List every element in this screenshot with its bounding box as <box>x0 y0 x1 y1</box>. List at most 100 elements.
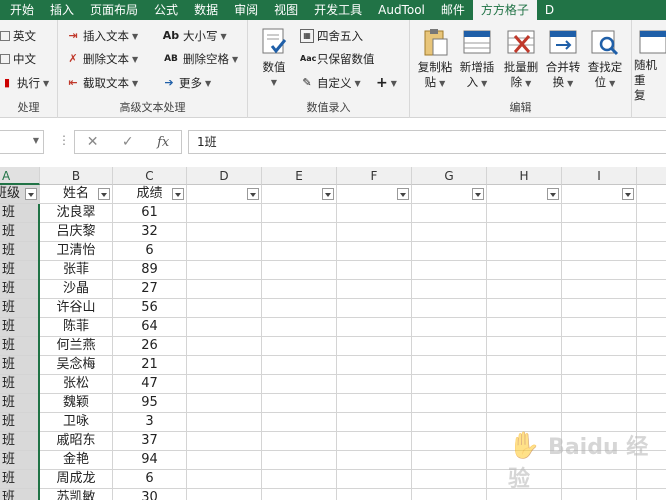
header-cell-next[interactable] <box>637 185 666 204</box>
empty-cell[interactable] <box>262 318 337 337</box>
score-cell[interactable]: 6 <box>113 242 187 261</box>
empty-cell[interactable] <box>637 375 666 394</box>
empty-cell[interactable] <box>562 394 637 413</box>
column-header-f[interactable]: F <box>337 167 412 185</box>
random-repeat-button[interactable]: 随机重 复 <box>634 26 666 103</box>
filter-dropdown-icon[interactable] <box>25 188 37 200</box>
worksheet-grid[interactable]: A B C D E F G H I 班级 姓名 成绩 班沈良翠 61 班吕庆黎 32 班… <box>0 167 666 500</box>
copy-paste-button[interactable]: 复制粘 贴 ▼ <box>414 26 456 91</box>
class-cell[interactable]: 班 <box>0 470 40 489</box>
header-cell-e[interactable] <box>262 185 337 204</box>
empty-cell[interactable] <box>262 356 337 375</box>
empty-cell[interactable] <box>562 242 637 261</box>
name-cell[interactable]: 周成龙 <box>40 470 113 489</box>
empty-cell[interactable] <box>562 318 637 337</box>
score-cell[interactable]: 26 <box>113 337 187 356</box>
empty-cell[interactable] <box>337 318 412 337</box>
filter-dropdown-icon[interactable] <box>98 188 110 200</box>
class-cell[interactable]: 班 <box>0 432 40 451</box>
filter-dropdown-icon[interactable] <box>547 188 559 200</box>
header-cell-h[interactable] <box>487 185 562 204</box>
header-cell-g[interactable] <box>412 185 487 204</box>
find-locate-button[interactable]: 查找定 位 ▼ <box>584 26 626 91</box>
empty-cell[interactable] <box>487 261 562 280</box>
empty-cell[interactable] <box>562 280 637 299</box>
empty-cell[interactable] <box>187 337 262 356</box>
plus-button[interactable]: + ▼ <box>376 75 397 91</box>
empty-cell[interactable] <box>412 489 487 500</box>
confirm-icon[interactable]: ✓ <box>122 134 134 150</box>
tab-fangfanggezi[interactable]: 方方格子 <box>472 0 537 20</box>
score-cell[interactable]: 89 <box>113 261 187 280</box>
empty-cell[interactable] <box>187 489 262 500</box>
header-cell-name[interactable]: 姓名 <box>40 185 113 204</box>
name-box[interactable]: ▼ <box>0 130 44 154</box>
tab-audtool[interactable]: AudTool <box>370 0 433 20</box>
empty-cell[interactable] <box>412 242 487 261</box>
empty-cell[interactable] <box>412 451 487 470</box>
empty-cell[interactable] <box>637 394 666 413</box>
name-cell[interactable]: 戚昭东 <box>40 432 113 451</box>
empty-cell[interactable] <box>412 318 487 337</box>
merge-convert-button[interactable]: 合并转 换 ▼ <box>542 26 584 91</box>
empty-cell[interactable] <box>412 299 487 318</box>
empty-cell[interactable] <box>637 337 666 356</box>
empty-cell[interactable] <box>262 280 337 299</box>
score-cell[interactable]: 6 <box>113 470 187 489</box>
name-cell[interactable]: 卫咏 <box>40 413 113 432</box>
english-option[interactable]: 英文 <box>0 28 36 44</box>
tab-mailings[interactable]: 邮件 <box>433 0 473 20</box>
column-header-e[interactable]: E <box>262 167 337 185</box>
name-cell[interactable]: 卫清怡 <box>40 242 113 261</box>
score-cell[interactable]: 61 <box>113 204 187 223</box>
empty-cell[interactable] <box>487 242 562 261</box>
empty-cell[interactable] <box>412 470 487 489</box>
class-cell[interactable]: 班 <box>0 337 40 356</box>
empty-cell[interactable] <box>262 299 337 318</box>
empty-cell[interactable] <box>262 394 337 413</box>
empty-cell[interactable] <box>412 394 487 413</box>
filter-dropdown-icon[interactable] <box>247 188 259 200</box>
tab-insert[interactable]: 插入 <box>42 0 82 20</box>
class-cell[interactable]: 班 <box>0 261 40 280</box>
cancel-icon[interactable]: ✕ <box>87 134 99 150</box>
header-cell-i[interactable] <box>562 185 637 204</box>
name-cell[interactable]: 金艳 <box>40 451 113 470</box>
fx-icon[interactable]: fx <box>157 135 169 150</box>
add-insert-button[interactable]: 新增插 入 ▼ <box>456 26 498 91</box>
empty-cell[interactable] <box>562 337 637 356</box>
empty-cell[interactable] <box>262 337 337 356</box>
empty-cell[interactable] <box>187 318 262 337</box>
keep-number-button[interactable]: Aac 只保留数值 <box>300 51 375 67</box>
empty-cell[interactable] <box>487 223 562 242</box>
filter-dropdown-icon[interactable] <box>172 188 184 200</box>
empty-cell[interactable] <box>337 280 412 299</box>
empty-cell[interactable] <box>487 337 562 356</box>
empty-cell[interactable] <box>412 337 487 356</box>
tab-page-layout[interactable]: 页面布局 <box>82 0 146 20</box>
header-cell-f[interactable] <box>337 185 412 204</box>
empty-cell[interactable] <box>562 223 637 242</box>
empty-cell[interactable] <box>337 375 412 394</box>
tab-formulas[interactable]: 公式 <box>146 0 186 20</box>
case-button[interactable]: Ab 大小写 ▼ <box>162 28 227 44</box>
class-cell[interactable]: 班 <box>0 413 40 432</box>
empty-cell[interactable] <box>337 223 412 242</box>
empty-cell[interactable] <box>187 356 262 375</box>
column-header-a[interactable]: A <box>0 167 40 185</box>
filter-dropdown-icon[interactable] <box>397 188 409 200</box>
empty-cell[interactable] <box>637 242 666 261</box>
empty-cell[interactable] <box>337 299 412 318</box>
score-cell[interactable]: 95 <box>113 394 187 413</box>
empty-cell[interactable] <box>262 451 337 470</box>
empty-cell[interactable] <box>637 261 666 280</box>
empty-cell[interactable] <box>637 280 666 299</box>
delete-text-button[interactable]: ✗ 删除文本 ▼ <box>66 51 138 67</box>
empty-cell[interactable] <box>412 223 487 242</box>
empty-cell[interactable] <box>337 356 412 375</box>
name-cell[interactable]: 何兰燕 <box>40 337 113 356</box>
round-button[interactable]: ▦ 四舍五入 <box>300 28 363 44</box>
score-cell[interactable]: 64 <box>113 318 187 337</box>
empty-cell[interactable] <box>262 204 337 223</box>
empty-cell[interactable] <box>337 432 412 451</box>
